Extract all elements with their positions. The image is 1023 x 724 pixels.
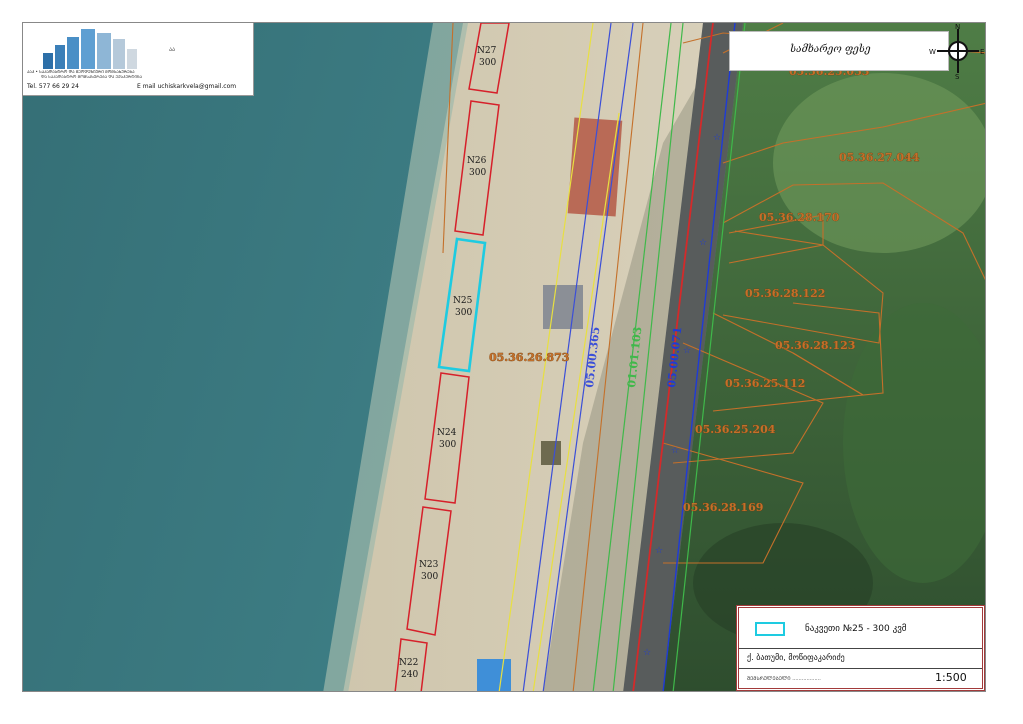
plot-id: N23 <box>419 560 439 570</box>
legend-plot-label: ნაკვეთი №25 - 300 კვმ <box>805 624 907 634</box>
svg-text:☆: ☆ <box>683 346 691 356</box>
company-mark: ᲐᲐ <box>169 47 176 53</box>
signature-box: სამხარეო ფესე <box>729 31 949 71</box>
parcel-code-label: 05.36.25.112 <box>725 377 805 390</box>
legend-owner: ქ. ბათუმი, მოწიფაკარიძე <box>747 653 845 662</box>
parcel-code-label: 05.36.27.044 <box>839 151 920 164</box>
company-subtitle: ᲓᲐ ᲡᲐᲙᲐᲓᲐᲡᲢᲠᲝ ᲛᲝᲛᲡᲐᲮᲣᲠᲔᲑᲐ ᲓᲐ ᲔᲥᲡᲞᲔᲠᲢᲘᲖᲐ <box>41 74 143 79</box>
plot-id: N26 <box>467 156 487 166</box>
parcel-code-label: 05.36.28.169 <box>683 501 763 514</box>
svg-text:☆: ☆ <box>655 546 663 556</box>
svg-text:☆: ☆ <box>699 238 707 248</box>
compass-west: W <box>929 48 936 56</box>
company-info-box: ᲐᲐ ᲐᲐᲞ • ᲡᲐᲙᲐᲓᲐᲡᲢᲠᲝ ᲓᲐ ᲒᲔᲝᲓᲔᲖᲘᲣᲠᲘ ᲛᲝᲛᲡᲐᲮ… <box>23 23 254 96</box>
company-email[interactable]: E mail uchiskarkvela@gmail.com <box>137 83 236 90</box>
plot-area: 300 <box>455 308 472 318</box>
compass-east: E <box>980 48 984 56</box>
building-roof <box>477 659 511 691</box>
plot-id: N24 <box>437 428 457 438</box>
plot-area: 300 <box>421 572 438 582</box>
building-roof <box>541 441 561 465</box>
compass-south: S <box>955 73 960 79</box>
compass-north: N <box>955 23 960 31</box>
plot-area: 300 <box>479 58 496 68</box>
plot-area: 240 <box>401 670 418 680</box>
signature-text: სამხარეო ფესე <box>790 44 871 55</box>
legend-swatch <box>755 622 785 636</box>
parcel-code-label: 05.36.28.123 <box>775 339 855 352</box>
plot-id: N22 <box>399 658 418 668</box>
svg-text:☆: ☆ <box>643 648 651 658</box>
parcel-code-label: 05.36.28.170 <box>759 211 840 224</box>
map-legend: ნაკვეთი №25 - 300 კვმ ქ. ბათუმი, მოწიფაკ… <box>736 605 985 691</box>
cadastral-map[interactable]: ☆ ☆ ☆ ☆ ☆ ☆ N27 300 N26 300 N25 300 N24 … <box>23 23 986 692</box>
compass-rose-icon: N S E W <box>929 23 984 79</box>
map-scale: 1:500 <box>935 671 967 684</box>
map-frame: ☆ ☆ ☆ ☆ ☆ ☆ N27 300 N26 300 N25 300 N24 … <box>22 22 986 692</box>
legend-row-plot: ნაკვეთი №25 - 300 კვმ <box>739 608 982 649</box>
company-logo <box>43 29 137 69</box>
legend-sign-line: ᲨᲔᲛᲡᲠᲣᲚᲔᲑᲔᲚᲘ .................. <box>747 676 821 682</box>
parcel-code-label: 05.36.26.873 <box>489 351 569 364</box>
plot-id: N27 <box>477 46 497 56</box>
parcel-code-label: 05.36.25.204 <box>695 423 776 436</box>
plot-area: 300 <box>439 440 456 450</box>
svg-text:☆: ☆ <box>671 446 679 456</box>
company-phone: Tel. 577 66 29 24 <box>27 83 79 90</box>
svg-text:☆: ☆ <box>713 133 721 143</box>
plot-area: 300 <box>469 168 486 178</box>
legend-row-owner: ქ. ბათუმი, მოწიფაკარიძე <box>739 648 982 669</box>
building-roof <box>543 285 583 329</box>
parcel-code-label: 05.36.28.122 <box>745 287 825 300</box>
plot-id: N25 <box>453 296 473 306</box>
